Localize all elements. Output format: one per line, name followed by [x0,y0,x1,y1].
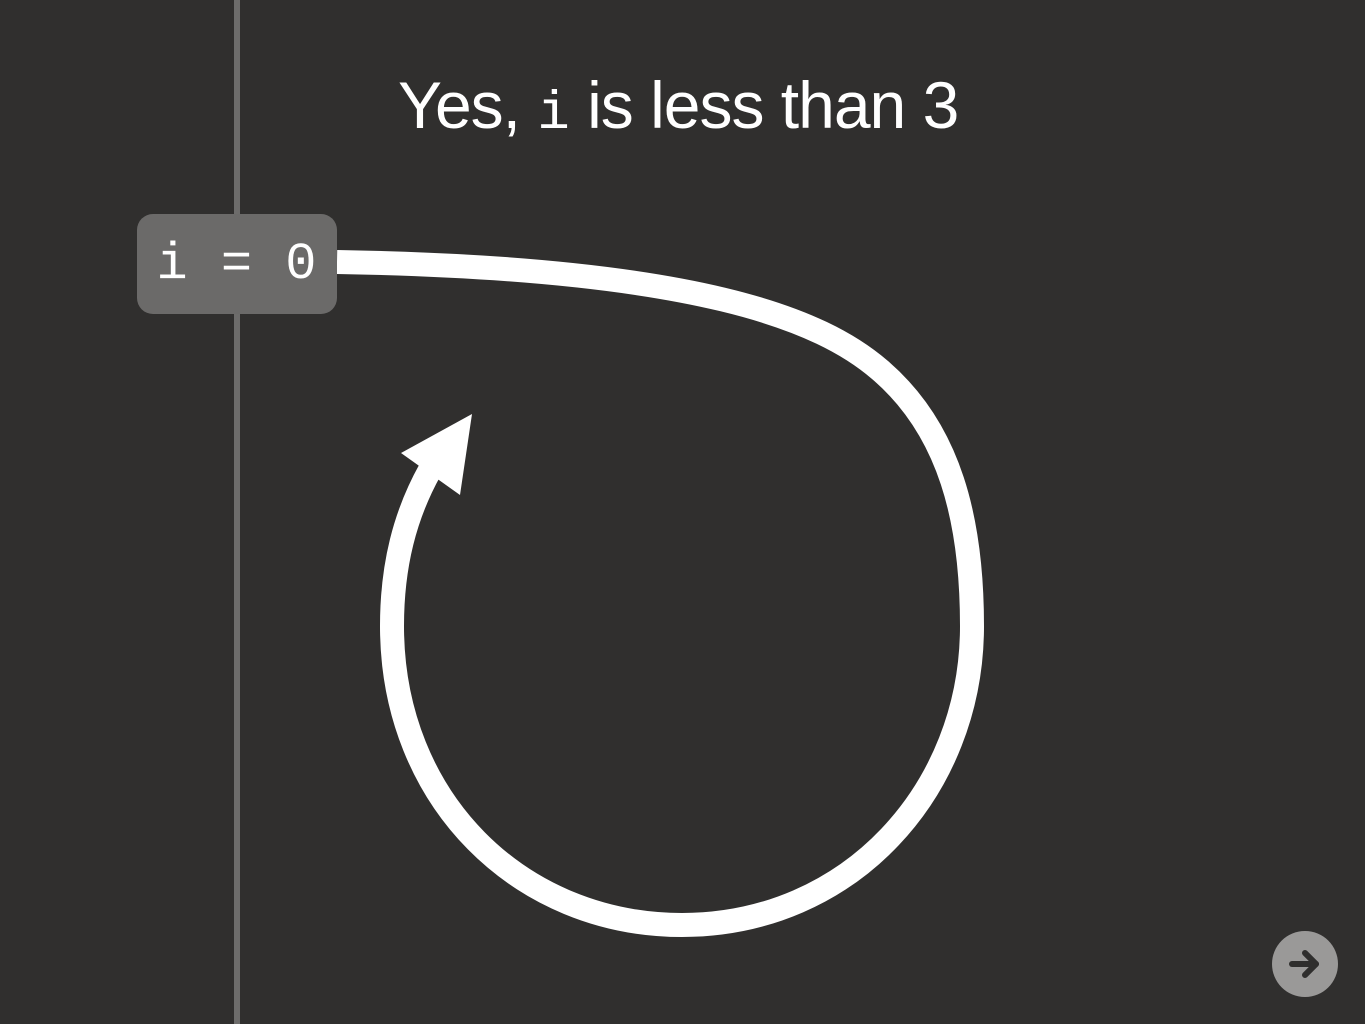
arrow-right-icon [1289,950,1319,978]
slide-stage: Yes, i is less than 3 i = 0 [0,0,1365,1024]
variable-box: i = 0 [137,214,337,314]
loop-arrow-path [336,250,985,938]
variable-label: i = 0 [156,234,318,294]
next-button[interactable] [1272,931,1338,997]
loop-arrow [336,250,985,938]
